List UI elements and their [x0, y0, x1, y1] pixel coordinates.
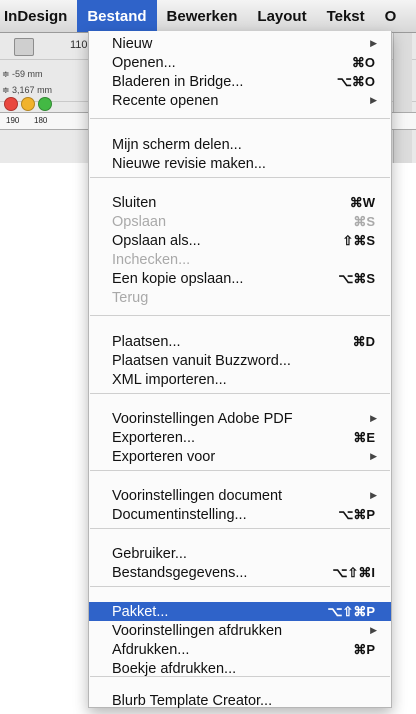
- menubar-item-tekst[interactable]: Tekst: [317, 0, 375, 32]
- menu-item-voorinstellingen-afdrukken[interactable]: Voorinstellingen afdrukken ▶: [89, 621, 391, 640]
- right-panel-edge: [393, 33, 412, 163]
- menu-item-shortcut: ⌘O: [351, 54, 375, 70]
- menu-item-shortcut: ⌘S: [353, 213, 375, 229]
- menu-item-label: Plaatsen...: [112, 333, 181, 350]
- menu-item-recente-openen[interactable]: Recente openen ▶: [89, 91, 391, 110]
- submenu-arrow-icon: ▶: [370, 625, 377, 635]
- menu-item-label: Voorinstellingen document: [112, 487, 283, 504]
- menubar-item-o[interactable]: O: [375, 0, 407, 32]
- menu-item-bestandsgegevens[interactable]: Bestandsgegevens... ⌥⇧⌘I: [89, 563, 391, 582]
- menu-separator: [90, 393, 390, 394]
- menu-item-label: Voorinstellingen afdrukken: [112, 622, 283, 639]
- menu-item-plaatsen[interactable]: Plaatsen... ⌘D: [89, 332, 391, 351]
- menu-item-label: Sluiten: [112, 194, 157, 211]
- menu-separator: [90, 470, 390, 471]
- menu-item-label: Bladeren in Bridge...: [112, 73, 244, 90]
- menu-separator: [90, 118, 390, 119]
- ruler-tick-label: 190: [6, 116, 20, 125]
- y-coordinate-field[interactable]: ≑ 3,167 mm: [2, 85, 52, 96]
- menu-item-een-kopie-opslaan[interactable]: Een kopie opslaan... ⌥⌘S: [89, 269, 391, 288]
- menu-item-opslaan: Opslaan ⌘S: [89, 212, 391, 231]
- menu-item-xml-importeren[interactable]: XML importeren...: [89, 370, 391, 389]
- submenu-arrow-icon: ▶: [370, 413, 377, 423]
- menu-item-shortcut: ⌘D: [352, 333, 375, 349]
- menu-item-exporteren[interactable]: Exporteren... ⌘E: [89, 428, 391, 447]
- menu-item-shortcut: ⌥⇧⌘P: [327, 603, 375, 619]
- zoom-value[interactable]: 110: [70, 39, 88, 51]
- menu-separator: [90, 586, 390, 587]
- menu-item-label: Plaatsen vanuit Buzzword...: [112, 352, 291, 369]
- menu-bar: InDesign Bestand Bewerken Layout Tekst O: [0, 0, 416, 33]
- menu-item-label: Nieuwe revisie maken...: [112, 155, 266, 172]
- menu-item-label: Nieuw: [112, 35, 153, 52]
- menu-item-label: Inchecken...: [112, 251, 191, 268]
- close-window-icon[interactable]: [4, 97, 18, 111]
- menu-item-label: Documentinstelling...: [112, 506, 247, 523]
- menu-item-label: Voorinstellingen Adobe PDF: [112, 410, 293, 427]
- menu-item-documentinstelling[interactable]: Documentinstelling... ⌥⌘P: [89, 505, 391, 524]
- menu-item-shortcut: ⌥⌘O: [336, 73, 375, 89]
- menu-item-shortcut: ⇧⌘S: [342, 232, 375, 248]
- menu-item-label: Recente openen: [112, 92, 219, 109]
- menu-item-shortcut: ⌥⇧⌘I: [332, 564, 376, 580]
- menu-item-label: Afdrukken...: [112, 641, 190, 658]
- menu-item-label: Openen...: [112, 54, 176, 71]
- menu-item-label: Opslaan als...: [112, 232, 201, 249]
- menu-item-pakket[interactable]: Pakket... ⌥⇧⌘P: [89, 602, 391, 621]
- menu-item-label: Terug: [112, 289, 149, 306]
- menu-item-shortcut: ⌥⌘P: [338, 506, 375, 522]
- window-controls: [4, 97, 52, 111]
- menu-item-label: Bestandsgegevens...: [112, 564, 248, 581]
- menu-item-shortcut: ⌥⌘S: [338, 270, 375, 286]
- menu-item-label: Gebruiker...: [112, 545, 187, 562]
- submenu-arrow-icon: ▶: [370, 95, 377, 105]
- menu-item-nieuwe-revisie-maken[interactable]: Nieuwe revisie maken...: [89, 154, 391, 173]
- menu-item-label: Een kopie opslaan...: [112, 270, 244, 287]
- menu-item-openen[interactable]: Openen... ⌘O: [89, 53, 391, 72]
- minimize-window-icon[interactable]: [21, 97, 35, 111]
- menubar-item-indesign[interactable]: InDesign: [0, 0, 77, 32]
- menu-item-shortcut: ⌘E: [353, 429, 375, 445]
- menu-item-mijn-scherm-delen[interactable]: Mijn scherm delen...: [89, 135, 391, 154]
- bestand-dropdown-menu: Nieuw ▶ Openen... ⌘O Bladeren in Bridge... ⌥⌘…: [88, 31, 392, 710]
- menu-separator: [90, 315, 390, 316]
- frame-tool-icon[interactable]: [14, 38, 34, 56]
- menu-item-blurb-template-creator[interactable]: Blurb Template Creator...: [89, 691, 391, 710]
- x-coordinate-field[interactable]: ≑ -59 mm: [2, 69, 43, 80]
- menu-item-label: Opslaan: [112, 213, 167, 230]
- menu-separator: [90, 528, 390, 529]
- submenu-arrow-icon: ▶: [370, 451, 377, 461]
- menu-item-exporteren-voor[interactable]: Exporteren voor ▶: [89, 447, 391, 466]
- menu-item-gebruiker[interactable]: Gebruiker...: [89, 544, 391, 563]
- menu-item-shortcut: ⌘P: [353, 641, 375, 657]
- menu-item-label: Exporteren...: [112, 429, 196, 446]
- menu-item-afdrukken[interactable]: Afdrukken... ⌘P: [89, 640, 391, 659]
- ruler-tick-label: 180: [34, 116, 48, 125]
- menu-item-shortcut: ⌘W: [349, 194, 375, 210]
- menu-item-inchecken: Inchecken...: [89, 250, 391, 269]
- menu-item-label: Mijn scherm delen...: [112, 136, 242, 153]
- menu-item-voorinstellingen-document[interactable]: Voorinstellingen document ▶: [89, 486, 391, 505]
- menubar-item-bestand[interactable]: Bestand: [77, 0, 157, 32]
- menubar-item-bewerken[interactable]: Bewerken: [157, 0, 248, 32]
- menu-item-label: Boekje afdrukken...: [112, 660, 237, 677]
- menu-item-nieuw[interactable]: Nieuw ▶: [89, 34, 391, 53]
- menu-item-sluiten[interactable]: Sluiten ⌘W: [89, 193, 391, 212]
- submenu-arrow-icon: ▶: [370, 38, 377, 48]
- submenu-arrow-icon: ▶: [370, 490, 377, 500]
- menu-item-terug: Terug: [89, 288, 391, 307]
- menu-item-bladeren-in-bridge[interactable]: Bladeren in Bridge... ⌥⌘O: [89, 72, 391, 91]
- menu-separator: [90, 177, 390, 178]
- menu-item-label: XML importeren...: [112, 371, 227, 388]
- menu-item-plaatsen-vanuit-buzzword[interactable]: Plaatsen vanuit Buzzword...: [89, 351, 391, 370]
- menu-item-label: Pakket...: [112, 603, 169, 620]
- menu-item-voorinstellingen-adobe-pdf[interactable]: Voorinstellingen Adobe PDF ▶: [89, 409, 391, 428]
- menu-item-label: Blurb Template Creator...: [112, 692, 273, 709]
- zoom-window-icon[interactable]: [38, 97, 52, 111]
- menu-item-opslaan-als[interactable]: Opslaan als... ⇧⌘S: [89, 231, 391, 250]
- menubar-item-layout[interactable]: Layout: [247, 0, 316, 32]
- menu-item-boekje-afdrukken[interactable]: Boekje afdrukken...: [89, 659, 391, 678]
- menu-item-label: Exporteren voor: [112, 448, 216, 465]
